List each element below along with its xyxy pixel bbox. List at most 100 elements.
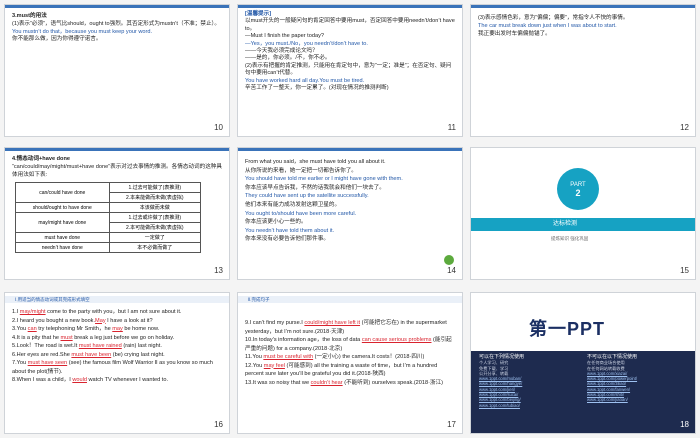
link[interactable]: www.1ppt.com/tubiao/	[479, 403, 579, 408]
exercise-item: 2.I heard you bought a new book.May I ha…	[12, 317, 153, 324]
modal-perfect-table: can/could have done 1.过去可能做了(表推测) 2.本来能做而…	[15, 182, 202, 253]
exercise-item: 5.Look！The road is wet.It must have rain…	[12, 343, 162, 349]
slide-number: 18	[680, 420, 689, 429]
answer: can cause serious problems	[361, 337, 432, 343]
slide-text: —Yes，you must./No，you needn’t/don’t have…	[245, 40, 368, 47]
home-icon[interactable]	[444, 255, 454, 265]
slide-13[interactable]: 4.情态动词+have done “can/could/may/might/mu…	[4, 147, 230, 280]
slide-text: 他们本来有能力成功发射这颗卫星的。	[245, 201, 341, 208]
slide-text: They could have sent up the satellite su…	[245, 193, 369, 200]
answer: must have been	[71, 351, 112, 358]
table-row: must have done 一定做了	[15, 232, 202, 243]
table-cell: 本该做而未做	[108, 202, 202, 213]
table-cell: 2.本来能做而未做(表虚拟)	[108, 192, 202, 203]
table-cell: needn’t have done	[15, 242, 110, 253]
exercise-header: Ⅱ.完成句子	[248, 297, 270, 302]
answer: May	[95, 317, 106, 324]
table-row: needn’t have done 本不必做而做了	[15, 242, 202, 253]
slide-text: “can/could/may/might/must+have done”表示对过…	[12, 163, 222, 178]
slide-number: 14	[447, 266, 456, 275]
exercise-item: 7.You must have seen (see) the famous fi…	[12, 360, 213, 375]
slide-heading: 3.must的用法	[12, 13, 47, 19]
table-row: may/might have done 1.过去或许做了(表推测)	[15, 212, 202, 233]
section-subtitle: 提炼知识 强化巩固	[551, 236, 589, 241]
table-cell: may/might have done	[15, 212, 110, 233]
answer: must be careful with	[263, 354, 314, 360]
part-number: 2	[575, 188, 581, 198]
slide-11[interactable]: [温馨提示] 以must开头的一般疑问句的肯定回答中要用must，否定回答中要用…	[237, 4, 463, 137]
exercise-header: Ⅰ.用适当的情态动词或其完成形式填空	[15, 297, 90, 302]
exercise-item: 1.I may/might come to the party with you…	[12, 309, 182, 315]
table-cell: must have done	[15, 232, 110, 243]
link[interactable]: www.1ppt.com/jiaoan/	[587, 397, 687, 402]
slide-number: 13	[214, 266, 223, 275]
table-cell: 1.过去或许做了(表推测)	[108, 212, 202, 223]
slide-heading: 4.情态动词+have done	[12, 156, 70, 162]
slide-text: ——是的，你必须。/不，你不必。	[245, 55, 331, 62]
exercise-item: 12.You may feel (可能感到) all the training …	[245, 362, 438, 378]
exercise-item: 9.I can’t find my purse.I could/might ha…	[245, 320, 447, 335]
answer: may feel	[263, 362, 285, 369]
answer: must have rained	[78, 343, 122, 349]
slide-17[interactable]: Ⅱ.完成句子 9.I can’t find my purse.I could/m…	[237, 292, 463, 434]
slide-10[interactable]: 3.must的用法 (1)表示“必须”，语气比should，ought to强烈…	[4, 4, 230, 137]
slide-text: You ought to/should have been more caref…	[245, 210, 357, 217]
table-row: should/ought to have done 本该做而未做	[15, 202, 202, 213]
table-cell: can/could have done	[15, 182, 110, 203]
slide-accent-bar	[5, 148, 229, 151]
slide-15[interactable]: PART 2 达标检测 提炼知识 强化巩固 15	[470, 147, 696, 280]
slide-text: (3)表示感情色彩，意为“偏偏；偏要”，常指令人不快的事情。	[478, 15, 629, 21]
logo-area: 第一PPT	[471, 293, 695, 351]
slide-text: (2)表示有把握的肯定推测，只能用在肯定句中，意为“一定；准是”；在否定句、疑问…	[245, 62, 452, 77]
answer: must	[60, 334, 73, 341]
exercise-item: 4.It is a pity that he must break a leg …	[12, 334, 175, 341]
part-badge: PART 2	[557, 168, 599, 210]
slide-text: 以must开头的一般疑问句的肯定回答中要用must，否定回答中要用needn’t…	[245, 18, 455, 32]
slide-accent-bar	[471, 5, 695, 8]
answer: couldn’t hear	[310, 379, 343, 386]
exercise-item: 11.You must be careful with (一定小心) the c…	[245, 354, 425, 360]
slide-text: You needn’t have told them about it.	[245, 227, 335, 234]
slide-16[interactable]: Ⅰ.用适当的情态动词或其完成形式填空 1.I may/might come to…	[4, 292, 230, 434]
exercise-item: 8.When I was a child，I would watch TV wh…	[12, 377, 169, 383]
slide-text: 我正要出发时车偏偏抛锚了。	[478, 30, 551, 37]
slide-text: From what you said，she must have told yo…	[245, 159, 386, 165]
table-cell: 2.本可能做而未做(表虚拟)	[108, 222, 202, 233]
table-row: can/could have done 1.过去可能做了(表推测)	[15, 182, 202, 203]
slide-number: 11	[447, 123, 456, 132]
slide-text: You have worked hard all day.You must be…	[245, 77, 365, 84]
slide-text: 你本应该更小心一些的。	[245, 219, 307, 226]
slide-text: 从你所说的来看，她一定把一切都告诉你了。	[245, 167, 357, 174]
slide-number: 16	[214, 420, 223, 429]
section-title: 达标检测	[553, 221, 578, 227]
slide-number: 15	[680, 266, 689, 275]
slide-accent-bar	[238, 148, 462, 151]
answer: could/might have left it	[304, 320, 361, 326]
exercise-item: 3.You can try telephoning Mr Smith，he ma…	[12, 326, 160, 332]
answer: may/might	[19, 309, 46, 315]
slide-18[interactable]: 第一PPT 可以在下列情况使用 个人学习、研究 免费下载、学习 公开分享、转载 …	[470, 292, 696, 434]
slide-text: —Must I finish the paper today?	[245, 33, 324, 40]
answer: must have seen	[27, 360, 68, 366]
slide-12[interactable]: (3)表示感情色彩，意为“偏偏；偏要”，常指令人不快的事情。 The car m…	[470, 4, 696, 137]
slide-text: 你本来没有必要告诉他们那件事。	[245, 236, 329, 243]
answer: would	[72, 377, 87, 383]
exercise-header-bar	[238, 296, 462, 303]
table-cell: should/ought to have done	[15, 202, 110, 213]
table-cell: 1.过去可能做了(表推测)	[108, 182, 202, 193]
exercise-item: 6.Her eyes are red.She must have been (b…	[12, 351, 165, 358]
table-cell: 一定做了	[108, 232, 202, 243]
slide-14[interactable]: From what you said，she must have told yo…	[237, 147, 463, 280]
info-panel: 可以在下列情况使用 个人学习、研究 免费下载、学习 公开分享、转载 www.1p…	[471, 351, 695, 433]
slide-number: 10	[214, 123, 223, 132]
section-title-bar: 达标检测	[471, 218, 695, 231]
slide-text: 你本应该早点告诉我，不然的话我就会和他们一块去了。	[245, 184, 385, 191]
slide-text: The car must break down just when I was …	[478, 22, 617, 29]
slide-number: 12	[680, 123, 689, 132]
slide-accent-bar	[238, 5, 462, 8]
slide-text: 你不能那么做，因为你得遵守诺言。	[12, 36, 102, 43]
slide-text: 辛苦工作了一整天，你一定累了。(对现在情况的推测判断)	[245, 85, 389, 92]
answer: may	[112, 326, 123, 332]
brand-logo: 第一PPT	[529, 319, 606, 339]
exercise-item: 13.It was so noisy that we couldn’t hear…	[245, 379, 444, 386]
